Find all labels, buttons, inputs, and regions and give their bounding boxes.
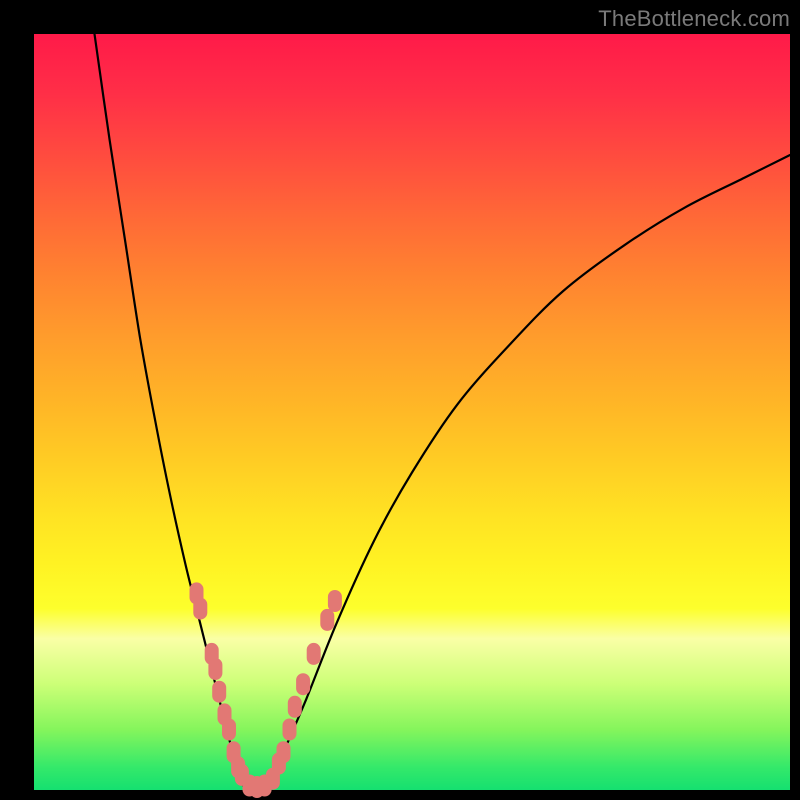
- data-marker: [296, 673, 310, 695]
- data-marker: [208, 658, 222, 680]
- data-marker: [222, 719, 236, 741]
- watermark-text: TheBottleneck.com: [598, 6, 790, 32]
- curve-layer: [34, 34, 790, 790]
- data-marker: [320, 609, 334, 631]
- data-marker: [277, 741, 291, 763]
- right-curve-path: [268, 155, 790, 790]
- data-marker: [288, 696, 302, 718]
- plot-area: [34, 34, 790, 790]
- data-marker: [328, 590, 342, 612]
- left-curve-path: [95, 34, 246, 790]
- data-marker: [283, 719, 297, 741]
- marker-group: [190, 582, 342, 798]
- stage: TheBottleneck.com: [0, 0, 800, 800]
- data-marker: [307, 643, 321, 665]
- data-marker: [212, 681, 226, 703]
- data-marker: [193, 598, 207, 620]
